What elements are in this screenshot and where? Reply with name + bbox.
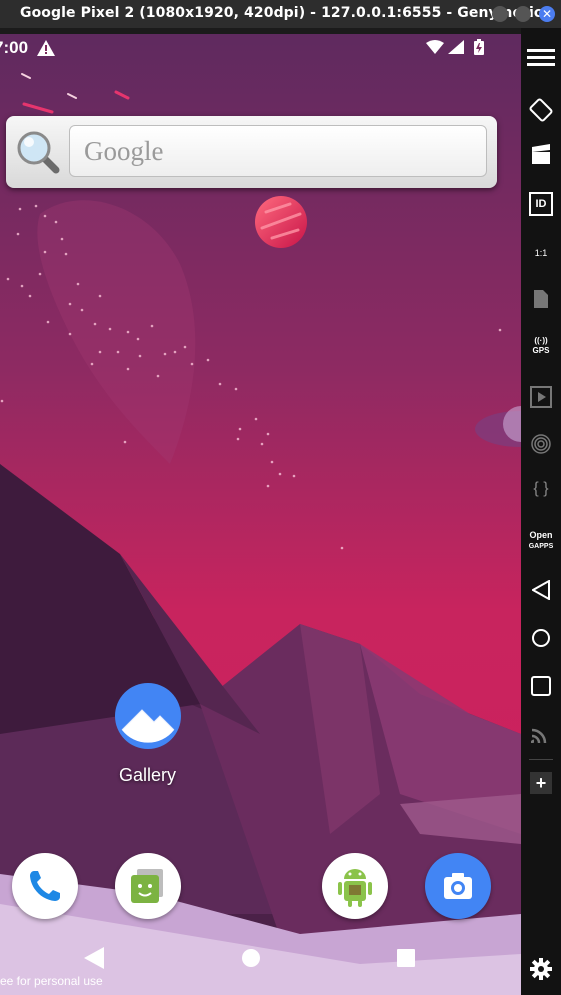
capture-button[interactable]	[521, 144, 561, 166]
gallery-app[interactable]	[114, 682, 182, 750]
fingerprint-icon	[531, 434, 551, 454]
gallery-icon	[115, 683, 181, 749]
close-button[interactable]: ✕	[539, 6, 555, 22]
capture-icon	[532, 144, 550, 164]
status-time: 7:00	[0, 38, 29, 57]
menu-icon	[527, 49, 555, 66]
add-widget-button[interactable]: +	[521, 772, 561, 794]
rotate-button[interactable]	[521, 98, 561, 122]
battery-icon	[474, 39, 484, 60]
minimize-button[interactable]	[492, 6, 508, 22]
google-search-widget[interactable]: Google	[6, 116, 497, 188]
add-icon: +	[530, 772, 552, 794]
status-bar: 7:00	[0, 34, 521, 62]
cast-button[interactable]	[521, 724, 561, 744]
toolbar-recents-button[interactable]	[521, 676, 561, 696]
menu-button[interactable]	[521, 48, 561, 68]
app-label-gallery: Gallery	[118, 765, 176, 785]
opengapps-icon: Open GAPPS	[528, 530, 554, 550]
camera-icon	[444, 873, 472, 899]
sim-icon	[534, 290, 548, 308]
toolbar-home-button[interactable]	[521, 628, 561, 648]
rotate-icon	[529, 98, 553, 122]
settings-icon	[530, 958, 552, 980]
gps-button[interactable]: ((·)) GPS	[521, 336, 561, 356]
nav-recents-button[interactable]	[397, 949, 415, 972]
messaging-icon	[131, 869, 163, 903]
gps-icon: ((·)) GPS	[532, 336, 550, 355]
emulator-toolbar: ID 1:1 ((·)) GPS { } Open GAPPS +	[521, 28, 561, 995]
device-screen[interactable]: 7:00 Google	[0, 34, 521, 995]
toolbar-divider	[529, 759, 553, 760]
cast-icon	[531, 728, 547, 744]
recents-icon	[531, 676, 551, 696]
device-id-button[interactable]: ID	[521, 192, 561, 216]
signal-icon	[448, 40, 464, 59]
back-icon	[532, 580, 550, 600]
pixel-perfect-icon: 1:1	[534, 248, 548, 258]
search-input[interactable]: Google	[69, 125, 487, 177]
wifi-icon	[426, 40, 444, 59]
window-title: Google Pixel 2 (1080x1920, 420dpi) - 127…	[20, 5, 554, 21]
warning-icon	[37, 40, 55, 61]
watermark-text: ee for personal use	[0, 974, 103, 988]
phone-app[interactable]	[12, 853, 78, 919]
pixel-perfect-button[interactable]: 1:1	[521, 238, 561, 268]
media-icon	[530, 386, 552, 408]
shell-button[interactable]: { }	[521, 480, 561, 498]
media-button[interactable]	[521, 386, 561, 408]
android-app[interactable]	[322, 853, 388, 919]
camera-app[interactable]	[425, 853, 491, 919]
device-id-icon: ID	[529, 192, 553, 216]
search-placeholder: Google	[84, 136, 164, 166]
settings-button[interactable]	[521, 958, 561, 980]
sim-button[interactable]	[521, 290, 561, 308]
window-titlebar: Google Pixel 2 (1080x1920, 420dpi) - 127…	[0, 0, 561, 28]
phone-icon	[30, 871, 60, 901]
toolbar-back-button[interactable]	[521, 580, 561, 600]
messaging-app[interactable]	[115, 853, 181, 919]
opengapps-button[interactable]: Open GAPPS	[521, 530, 561, 552]
android-app-icon	[338, 869, 372, 907]
nav-home-button[interactable]	[241, 948, 261, 973]
magnifier-icon[interactable]	[14, 128, 62, 181]
home-icon	[532, 629, 550, 647]
maximize-button[interactable]	[515, 6, 531, 22]
fingerprint-button[interactable]	[521, 433, 561, 455]
shell-icon: { }	[533, 480, 549, 497]
nav-back-button[interactable]	[84, 947, 104, 974]
